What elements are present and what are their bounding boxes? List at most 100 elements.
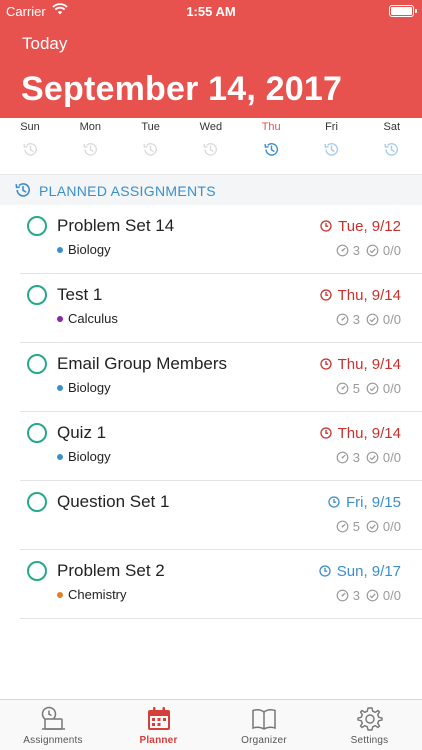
due-date: Sun, 9/17 bbox=[319, 563, 401, 580]
due-date-label: Thu, 9/14 bbox=[337, 356, 401, 373]
history-icon bbox=[323, 141, 340, 158]
subject-color-dot bbox=[57, 592, 63, 598]
day-wed[interactable]: Wed bbox=[181, 118, 241, 174]
subject-color-dot bbox=[57, 247, 63, 253]
effort-value: 3 bbox=[352, 588, 360, 603]
assignments-icon bbox=[39, 705, 67, 733]
subject-label: Biology bbox=[68, 242, 111, 257]
tab-assignments[interactable]: Assignments bbox=[0, 700, 106, 750]
history-icon bbox=[22, 141, 39, 158]
tab-label: Organizer bbox=[241, 735, 287, 746]
assignment-row[interactable]: Problem Set 14 Biology Tue, 9/12 3 0/0 bbox=[0, 205, 422, 274]
gauge-icon bbox=[336, 589, 349, 602]
clock-icon bbox=[328, 495, 340, 508]
assignment-meta: 3 0/0 bbox=[336, 450, 401, 465]
progress-value: 0/0 bbox=[382, 588, 401, 603]
assignment-title: Email Group Members bbox=[57, 354, 228, 373]
history-icon bbox=[82, 141, 99, 158]
effort-value: 5 bbox=[352, 381, 360, 396]
clock-icon bbox=[319, 564, 331, 577]
assignment-title: Problem Set 2 bbox=[57, 561, 165, 580]
due-date-label: Thu, 9/14 bbox=[337, 425, 401, 442]
subject-tag: Biology bbox=[57, 449, 111, 464]
due-date-label: Tue, 9/12 bbox=[338, 218, 401, 235]
complete-checkbox[interactable] bbox=[27, 423, 47, 443]
check-circle-icon bbox=[366, 520, 379, 533]
day-mon[interactable]: Mon bbox=[60, 118, 120, 174]
effort-value: 3 bbox=[352, 243, 360, 258]
check-circle-icon bbox=[366, 313, 379, 326]
assignment-row[interactable]: Question Set 1 Fri, 9/15 5 0/0 bbox=[0, 481, 422, 550]
due-date-label: Thu, 9/14 bbox=[337, 287, 401, 304]
today-button[interactable]: Today bbox=[22, 34, 67, 54]
assignment-title: Problem Set 14 bbox=[57, 216, 175, 235]
assignment-meta: 3 0/0 bbox=[336, 243, 401, 258]
day-tue[interactable]: Tue bbox=[121, 118, 181, 174]
assignment-row[interactable]: Quiz 1 Biology Thu, 9/14 3 0/0 bbox=[0, 412, 422, 481]
check-circle-icon bbox=[366, 244, 379, 257]
tab-organizer[interactable]: Organizer bbox=[211, 700, 317, 750]
progress-value: 0/0 bbox=[382, 381, 401, 396]
section-header: PLANNED ASSIGNMENTS bbox=[0, 174, 422, 205]
assignment-title: Test 1 bbox=[57, 285, 103, 304]
day-sat[interactable]: Sat bbox=[362, 118, 422, 174]
due-date-label: Sun, 9/17 bbox=[336, 563, 401, 580]
history-icon bbox=[263, 141, 280, 158]
clock: 1:55 AM bbox=[186, 4, 236, 19]
gear-icon bbox=[356, 705, 384, 733]
assignment-row[interactable]: Test 1 Calculus Thu, 9/14 3 0/0 bbox=[0, 274, 422, 343]
progress-value: 0/0 bbox=[382, 243, 401, 258]
complete-checkbox[interactable] bbox=[27, 216, 47, 236]
complete-checkbox[interactable] bbox=[27, 285, 47, 305]
tab-settings[interactable]: Settings bbox=[317, 700, 422, 750]
due-date: Thu, 9/14 bbox=[319, 287, 401, 304]
due-date: Thu, 9/14 bbox=[319, 356, 401, 373]
subject-color-dot bbox=[57, 316, 63, 322]
subject-label: Chemistry bbox=[68, 587, 127, 602]
assignment-meta: 3 0/0 bbox=[336, 588, 401, 603]
complete-checkbox[interactable] bbox=[27, 354, 47, 374]
clock-icon bbox=[320, 219, 332, 232]
complete-checkbox[interactable] bbox=[27, 561, 47, 581]
assignment-title: Quiz 1 bbox=[57, 423, 107, 442]
subject-color-dot bbox=[57, 454, 63, 460]
complete-checkbox[interactable] bbox=[27, 492, 47, 512]
history-icon bbox=[383, 141, 400, 158]
day-label: Fri bbox=[325, 121, 338, 133]
book-icon bbox=[250, 705, 278, 733]
calendar-icon bbox=[145, 705, 173, 733]
week-strip: Sun Mon Tue Wed Thu Fri Sat bbox=[0, 118, 422, 174]
gauge-icon bbox=[336, 244, 349, 257]
gauge-icon bbox=[336, 520, 349, 533]
subject-tag: Chemistry bbox=[57, 587, 127, 602]
header: Carrier 1:55 AM Today September 14, 2017 bbox=[0, 0, 422, 118]
history-icon bbox=[15, 183, 30, 197]
status-bar: Carrier 1:55 AM bbox=[0, 0, 422, 24]
due-date: Fri, 9/15 bbox=[328, 494, 401, 511]
selected-date-title: September 14, 2017 bbox=[21, 70, 343, 108]
assignment-meta: 5 0/0 bbox=[336, 519, 401, 534]
day-label: Mon bbox=[79, 121, 101, 133]
tab-bar: Assignments Planner Organizer Settings bbox=[0, 699, 422, 750]
due-date: Thu, 9/14 bbox=[319, 425, 401, 442]
tab-label: Assignments bbox=[23, 735, 83, 746]
tab-planner[interactable]: Planner bbox=[106, 700, 212, 750]
clock-icon bbox=[319, 357, 332, 370]
subject-color-dot bbox=[57, 385, 63, 391]
assignment-row[interactable]: Problem Set 2 Chemistry Sun, 9/17 3 0/0 bbox=[0, 550, 422, 619]
effort-value: 3 bbox=[352, 312, 360, 327]
tab-label: Settings bbox=[350, 735, 389, 746]
day-label: Sat bbox=[383, 121, 401, 133]
day-label: Tue bbox=[141, 121, 160, 133]
progress-value: 0/0 bbox=[382, 450, 401, 465]
battery-icon bbox=[389, 5, 417, 17]
day-thu[interactable]: Thu bbox=[241, 118, 301, 174]
gauge-icon bbox=[336, 382, 349, 395]
subject-label: Biology bbox=[68, 449, 111, 464]
assignment-row[interactable]: Email Group Members Biology Thu, 9/14 5 0/0 bbox=[0, 343, 422, 412]
day-sun[interactable]: Sun bbox=[0, 118, 60, 174]
subject-label: Calculus bbox=[68, 311, 118, 326]
tab-label: Planner bbox=[139, 735, 178, 746]
day-fri[interactable]: Fri bbox=[302, 118, 362, 174]
due-date: Tue, 9/12 bbox=[320, 218, 401, 235]
